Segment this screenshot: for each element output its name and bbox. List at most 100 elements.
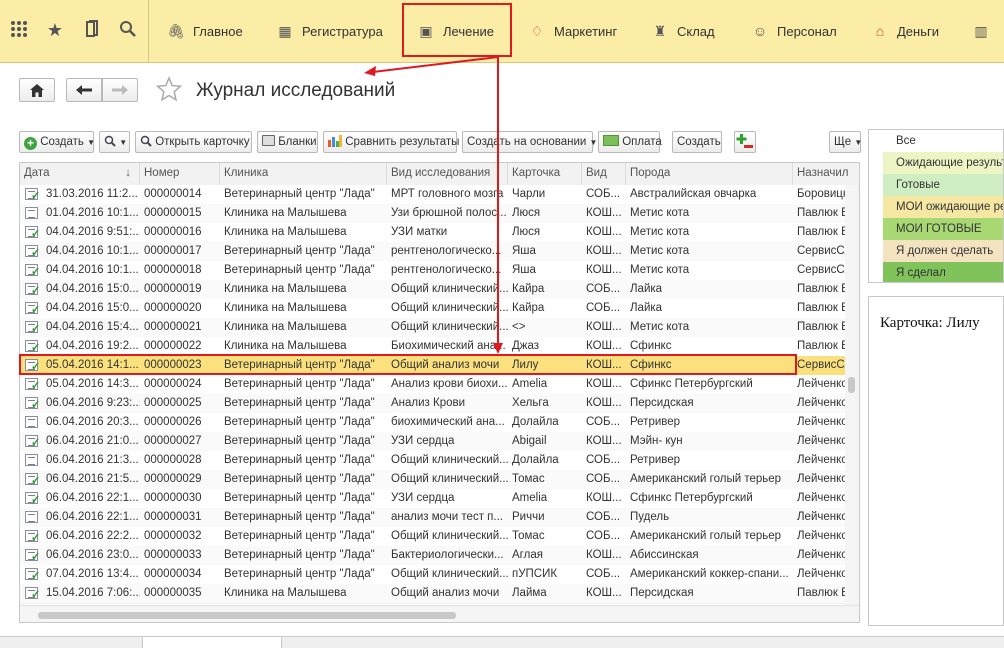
vertical-scroll-thumb[interactable] <box>848 377 855 393</box>
forms-label: Бланки <box>278 136 317 148</box>
compare-results-button[interactable]: Сравнить результаты <box>323 131 459 153</box>
table-row[interactable]: ✓ 06.04.2016 22:2... 000000032 Ветеринарный… <box>20 527 859 547</box>
cell-number: 000000017 <box>144 245 202 257</box>
nav-item-overflow[interactable]: ▥ <box>972 0 1004 62</box>
check-icon: ✓ <box>31 494 41 506</box>
cell-study-type: Общий клинический... <box>391 454 508 466</box>
create-based-on-button[interactable]: Создать на основании ▼ <box>462 131 597 153</box>
filter-my-ready[interactable]: МОИ ГОТОВЫЕ <box>883 218 1003 240</box>
table-row[interactable]: 01.04.2016 10:1... 000000015 Клиника на Ма… <box>20 204 859 224</box>
cell-date: 01.04.2016 10:1... <box>46 207 139 219</box>
open-card-button[interactable]: Открыть карточку <box>135 131 252 153</box>
cell-clinic: Ветеринарный центр "Лада" <box>224 378 375 390</box>
nav-item-warehouse[interactable]: ♜ Склад <box>651 0 715 62</box>
payment-button[interactable]: Оплата <box>598 131 662 153</box>
table-row[interactable]: ✓ 06.04.2016 23:0... 000000033 Ветеринарный… <box>20 546 859 566</box>
table-row[interactable]: ✓ 04.04.2016 15:4... 000000021 Клиника на М… <box>20 318 859 338</box>
cell-clinic: Клиника на Малышева <box>224 321 347 333</box>
table-row[interactable]: ✓ 04.04.2016 15:0... 000000019 Клиника на М… <box>20 280 859 300</box>
cell-card: Хельга <box>512 397 549 409</box>
table-row[interactable]: ✓ 04.04.2016 10:1... 000000017 Ветеринарный… <box>20 242 859 262</box>
column-header-study-type[interactable]: Вид исследования <box>387 163 508 185</box>
cell-kind: КОШ... <box>586 435 622 447</box>
nav-item-staff[interactable]: ☺ Персонал <box>751 0 837 62</box>
cell-clinic: Ветеринарный центр "Лада" <box>224 245 375 257</box>
table-row[interactable]: ✓ 06.04.2016 21:0... 000000027 Ветеринарный… <box>20 432 859 452</box>
cell-clinic: Клиника на Малышева <box>224 207 347 219</box>
apps-grid-icon[interactable] <box>9 20 29 40</box>
filter-awaiting-results[interactable]: Ожидающие результ <box>883 152 1003 174</box>
cell-breed: Метис кота <box>630 321 690 333</box>
cell-clinic: Ветеринарный центр "Лада" <box>224 511 375 523</box>
cell-study-type: Общий клинический... <box>391 568 508 580</box>
table-row[interactable]: 06.04.2016 20:3... 000000026 Ветеринарный … <box>20 413 859 433</box>
column-header-clinic[interactable]: Клиника <box>220 163 387 185</box>
nav-label: Склад <box>677 24 715 39</box>
filter-done-by-me[interactable]: Я сделал <box>883 262 1003 282</box>
table-row[interactable]: 06.04.2016 22:1... 000000031 Ветеринарный … <box>20 508 859 528</box>
open-window-tab[interactable] <box>142 637 282 648</box>
create-button[interactable]: + Создать ▼ <box>19 131 95 153</box>
filter-all[interactable]: Все <box>883 130 1003 152</box>
table-row[interactable]: ✓ 07.04.2016 13:4... 000000034 Ветеринарный… <box>20 565 859 585</box>
table-row[interactable]: ✓ 06.04.2016 22:1... 000000030 Ветеринарный… <box>20 489 859 509</box>
document-done-icon: ✓ <box>25 549 40 563</box>
nav-item-marketing[interactable]: ♢ Маркетинг <box>528 0 618 62</box>
table-row[interactable]: ✓ 05.04.2016 14:3... 000000024 Ветеринарный… <box>20 375 859 395</box>
forms-button[interactable]: Бланки <box>257 131 318 153</box>
nav-item-registry[interactable]: ▦ Регистратура <box>276 0 383 62</box>
cell-card: Amelia <box>512 492 548 504</box>
cell-assigned: Лейченко <box>797 530 848 542</box>
column-header-breed[interactable]: Порода <box>626 163 793 185</box>
table-row[interactable]: ✓ 04.04.2016 10:1... 000000018 Ветеринарный… <box>20 261 859 281</box>
column-header-number[interactable]: Номер <box>140 163 220 185</box>
cell-kind: СОБ... <box>586 454 621 466</box>
cell-number: 000000030 <box>144 492 202 504</box>
search-dropdown-button[interactable]: ▼ <box>99 131 130 153</box>
table-row[interactable]: 06.04.2016 21:3... 000000028 Ветеринарный … <box>20 451 859 471</box>
horizontal-scroll-thumb[interactable] <box>38 612 456 619</box>
card-preview-text: Карточка: Лилу <box>880 315 980 331</box>
table-row[interactable]: ✓ 06.04.2016 21:5... 000000029 Ветеринарный… <box>20 470 859 490</box>
filter-must-do[interactable]: Я должен сделать <box>883 240 1003 262</box>
more-button[interactable]: Ще ▼ <box>829 131 862 153</box>
table-row[interactable]: ✓ 04.04.2016 9:51:... 000000016 Клиника на … <box>20 223 859 243</box>
cell-breed: Метис кота <box>630 264 690 276</box>
back-button[interactable] <box>66 78 102 102</box>
vertical-scrollbar[interactable] <box>845 185 859 605</box>
create-button-2[interactable]: Создать <box>672 131 722 153</box>
home-button[interactable] <box>19 78 55 102</box>
cell-breed: Американский голый терьер <box>630 530 782 542</box>
search-icon[interactable] <box>118 20 138 40</box>
column-header-card[interactable]: Карточка <box>508 163 582 185</box>
history-icon[interactable] <box>82 20 102 40</box>
favorites-star-icon[interactable]: ★ <box>45 20 65 40</box>
favorite-star-icon[interactable] <box>155 76 183 105</box>
forward-button[interactable] <box>102 78 138 102</box>
column-header-assigned[interactable]: Назначил <box>793 163 853 185</box>
cell-assigned: Павлюк Е <box>797 587 849 599</box>
cell-number: 000000029 <box>144 473 202 485</box>
cell-number: 000000035 <box>144 587 202 599</box>
studies-table[interactable]: Дата ↓ Номер Клиника Вид исследования Ка… <box>19 162 860 623</box>
cell-kind: СОБ... <box>586 511 621 523</box>
filter-ready[interactable]: Готовые <box>883 174 1003 196</box>
cell-number: 000000020 <box>144 302 202 314</box>
cell-assigned: Лейченко <box>797 511 848 523</box>
add-remove-button[interactable] <box>734 131 756 153</box>
table-row[interactable]: ✓ 06.04.2016 9:23:... 000000025 Ветеринарны… <box>20 394 859 414</box>
cell-kind: СОБ... <box>586 530 621 542</box>
filter-my-awaiting[interactable]: МОИ ожидающие рез <box>883 196 1003 218</box>
cell-study-type: Анализ Крови <box>391 397 466 409</box>
table-row[interactable]: ✓ 31.03.2016 11:2... 000000014 Ветеринарный… <box>20 185 859 205</box>
cell-date: 06.04.2016 9:23:... <box>46 397 140 409</box>
column-header-date[interactable]: Дата ↓ <box>20 163 140 185</box>
column-header-kind[interactable]: Вид <box>582 163 626 185</box>
cell-date: 06.04.2016 21:0... <box>46 435 139 447</box>
table-row[interactable]: ✓ 04.04.2016 15:0... 000000020 Клиника на М… <box>20 299 859 319</box>
search-icon <box>104 135 119 148</box>
nav-item-money[interactable]: ⌂ Деньги <box>871 0 939 62</box>
table-row[interactable]: ✓ 15.04.2016 7:06:... 000000035 Клиника на … <box>20 584 859 604</box>
horizontal-scrollbar[interactable] <box>20 605 859 622</box>
nav-item-main[interactable]: 🖇 Главное <box>167 0 243 62</box>
